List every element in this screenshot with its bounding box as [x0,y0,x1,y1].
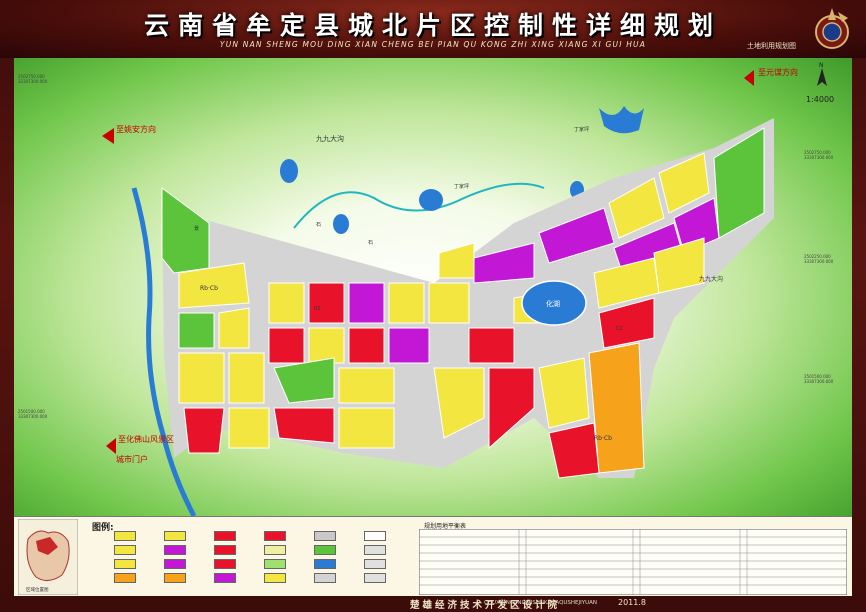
pond-2 [333,214,349,234]
place-jiujiu-ditch-east: 九九大沟 [699,275,723,283]
legend-swatch-mixed [164,531,186,541]
legend-swatch-road [314,531,336,541]
place-lake: 化湖 [546,299,560,308]
land-balance-table [419,529,847,595]
parcel-yellow-e1 [428,282,470,324]
footer-bar: 楚雄经济技术开发区设计院 CHUXIONGJINGJIJISHUKAIFAQUS… [0,596,866,612]
coord-mr-2: 33307300.000 [804,379,834,384]
parcel-yellow-c10 [338,367,395,404]
map-title: 云南省牟定县城北片区控制性详细规划 [143,11,722,40]
legend-swatch-parking [364,559,386,569]
north-arrow-icon: N [817,62,827,86]
legend-swatch-commercial [214,531,236,541]
parcel-magenta-c8 [388,327,430,364]
legend-swatch-boundary [364,531,386,541]
parcel-yellow-c6 [308,327,345,364]
parcel-yellow-w7 [228,407,270,449]
parcel-yellow-w5 [228,352,265,404]
land-use-map: 至姚安方向 至元谋方向 至化佛山风景区 城市门户 九九大沟 九九大沟 丁家坪 丁… [14,58,852,516]
legend-swatch-commercial-2 [214,545,236,555]
legend-swatch-facility [364,573,386,583]
parcel-red-c2 [308,282,345,324]
arrow-to-yuanmou: 至元谋方向 [744,67,798,86]
label-to-huahua: 至化佛山风景区 [118,434,174,444]
map-scale: 1:4000 [806,95,834,104]
legend-swatch-residential [114,531,136,541]
pond-5 [599,106,644,134]
parcel-yellow-c4 [388,282,425,324]
legend-swatch-residential-2 [114,545,136,555]
parcel-yellow-c1 [268,282,305,324]
legend-swatch-market [264,531,286,541]
parcel-red-e4 [468,327,515,364]
svg-text:N: N [819,62,824,69]
parcel-yellow-w4 [178,352,225,404]
legend-swatch-school [164,573,186,583]
legend-swatch-other [264,573,286,583]
coord-tr-2: 33307300.000 [804,155,834,160]
legend-swatch-cultural [164,545,186,555]
legend-swatch-park [314,545,336,555]
code-c2: C2 [616,326,623,332]
legend-swatch-commercial-3 [214,559,236,569]
label-city-gate: 城市门户 [116,454,148,464]
footer-date: 2011.8 [618,598,646,607]
legend-title: 图例: [92,523,114,533]
emblem-logo-icon [815,8,849,49]
parcel-magenta-c3 [348,282,385,324]
code-big-1: Rb·Cb [200,285,218,292]
sheet-name: 土地利用规划图 [747,42,796,50]
label-to-yuanmou: 至元谋方向 [758,67,798,77]
legend-swatch-cultural-2 [164,559,186,569]
place-dingjia: 丁家坪 [454,183,469,190]
parcel-yellow-c12 [338,407,395,449]
legend-swatch-admin [214,573,236,583]
parcel-green-west [161,187,210,274]
parcel-red-c5 [268,327,305,364]
code-r2: R2 [314,306,321,312]
parcel-red-w6 [183,407,225,454]
land-use-map-canvas: 至姚安方向 至元谋方向 至化佛山风景区 城市门户 九九大沟 九九大沟 丁家坪 丁… [18,62,834,516]
coord-rr-2: 33307300.000 [804,259,834,264]
legend-swatch-utility [264,545,286,555]
code-big-2: Rb·Cb [594,435,612,442]
legend-swatch-residential-3 [114,559,136,569]
footer-organization-pinyin: CHUXIONGJINGJIJISHUKAIFAQUSHEJIYUAN [484,600,598,606]
place-jiujiu-ditch: 九九大沟 [316,134,344,143]
parcel-red-e6 [488,367,535,450]
location-map-icon: 区域位置图 [18,519,78,595]
stream [293,182,545,229]
legend-swatch-water [314,559,336,569]
legend-swatch-education [114,573,136,583]
legend-swatch-green [264,559,286,569]
title-banner: 云南省牟定县城北片区控制性详细规划 YUN NAN SHENG MOU DING… [0,0,866,58]
parcel-red-c7 [348,327,385,364]
parcel-green-w2 [178,312,215,349]
place-shiqiao: 石 [316,222,321,228]
legend-panel: 区域位置图 图例: 规划用地平衡表 [14,516,852,597]
pond-1 [280,159,298,183]
parcel-red-se3 [548,422,600,479]
legend-swatch-building [364,545,386,555]
place-shi-2: 石 [368,240,373,246]
legend-swatch-square [314,573,336,583]
parcel-yellow-w3 [218,307,250,349]
place-dingjia-2: 丁家坪 [574,126,589,133]
location-map-caption: 区域位置图 [26,586,49,593]
place-park: 景 [194,225,199,232]
parcel-red-c11 [273,407,335,444]
label-to-yaoan: 至姚安方向 [116,124,156,134]
coord-ml-2: 33307300.000 [18,414,48,419]
map-subtitle-pinyin: YUN NAN SHENG MOU DING XIAN CHENG BEI PI… [219,40,647,49]
footer-organization: 楚雄经济技术开发区设计院 [409,600,560,611]
pond-3 [419,189,443,211]
coord-tl-2: 33307300.000 [18,79,48,84]
arrow-to-yaoan: 至姚安方向 [102,124,156,144]
parcel-yellow-e3 [438,242,475,279]
